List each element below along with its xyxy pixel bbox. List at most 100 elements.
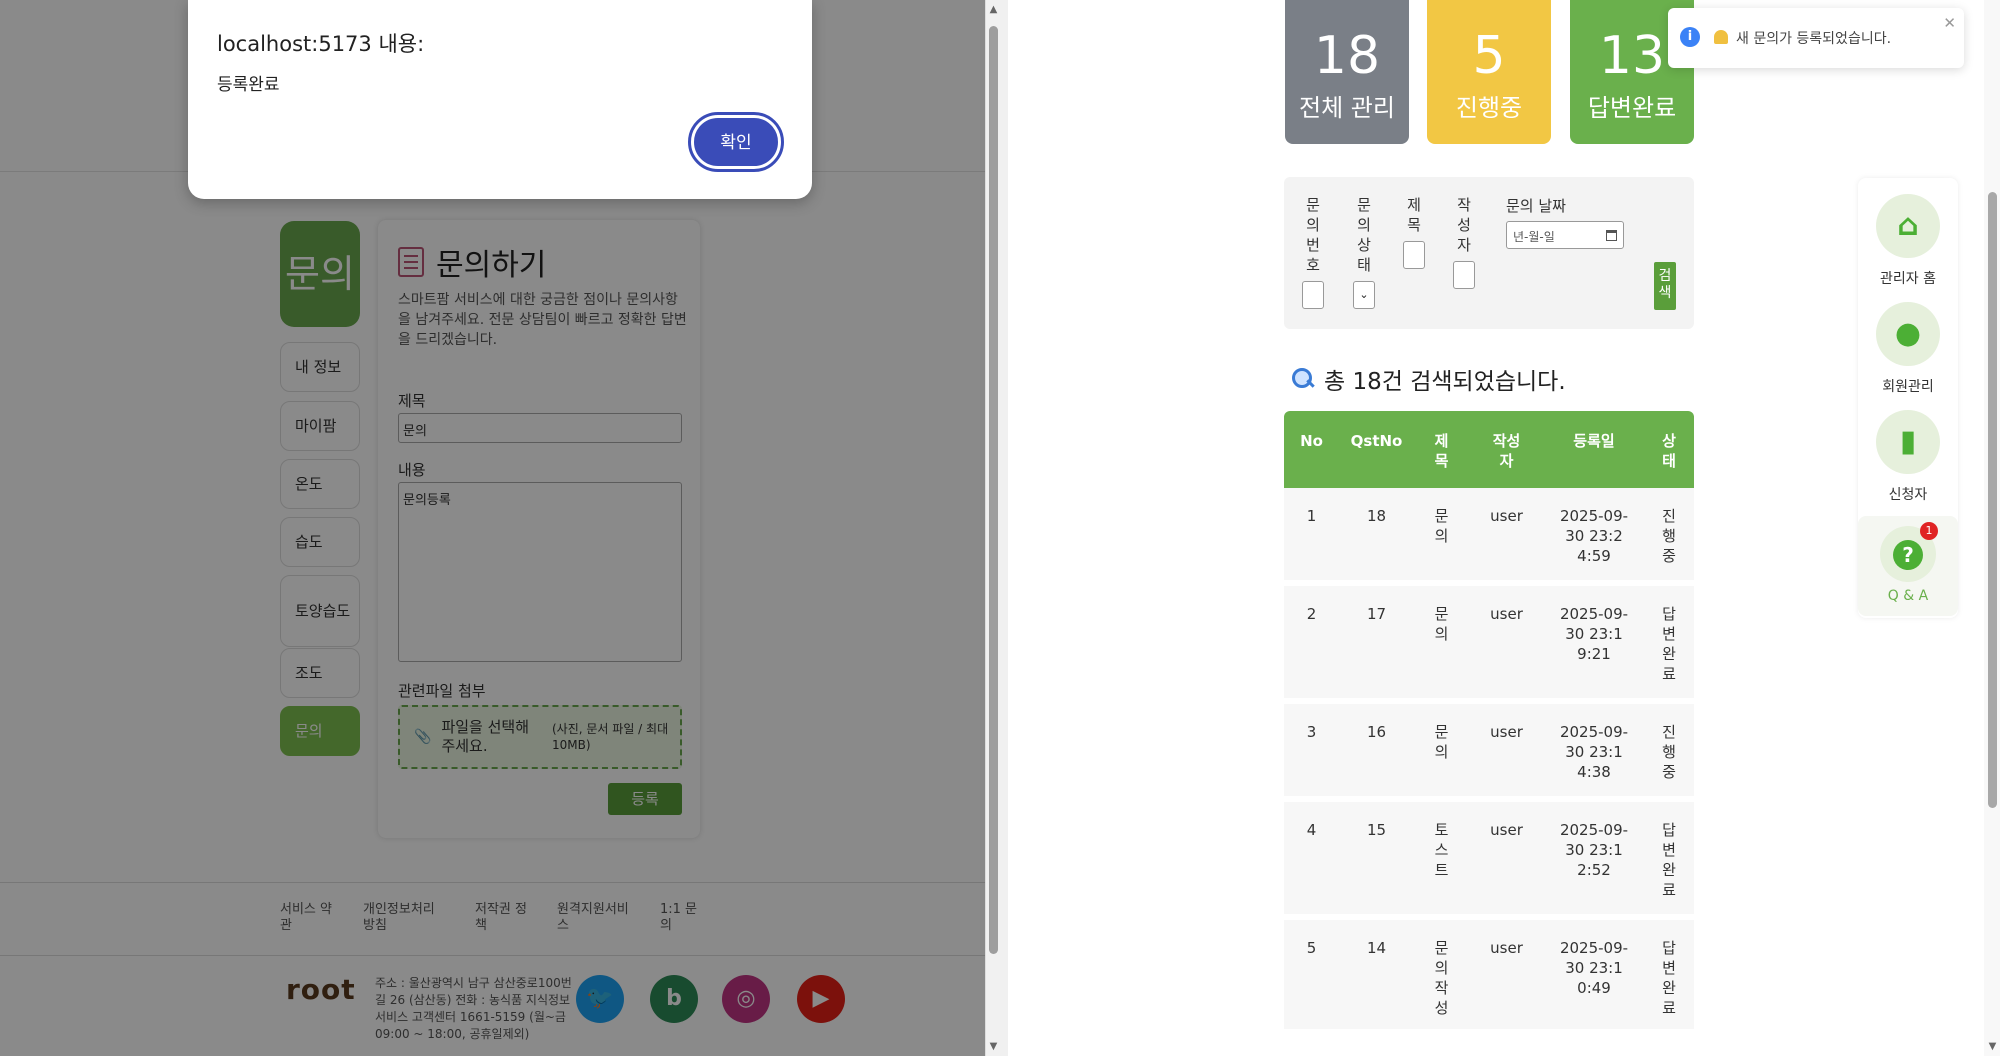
stat-label: 답변완료 bbox=[1587, 94, 1677, 122]
cell-status: 답변완료 bbox=[1662, 939, 1676, 1017]
cell-no: 1 bbox=[1306, 507, 1317, 525]
scroll-down-arrow-icon[interactable]: ▼ bbox=[988, 1041, 999, 1052]
table-cell: 2025-09-30 23:14:38 bbox=[1544, 704, 1644, 796]
filter-label: 문의번호 bbox=[1306, 196, 1320, 274]
cell-title: 문의 bbox=[1434, 605, 1449, 643]
question-icon: ? 1 bbox=[1880, 522, 1938, 582]
table-cell: 2 bbox=[1284, 586, 1339, 698]
chevron-down-icon: ⌄ bbox=[1359, 288, 1369, 301]
table-cell: 답변완료 bbox=[1644, 802, 1694, 914]
filter-input[interactable] bbox=[1403, 241, 1425, 269]
date-label: 문의 날짜 bbox=[1506, 197, 1566, 215]
alert-dialog: localhost:5173 내용: 등록완료 확인 bbox=[188, 0, 812, 199]
left-browser-window: 문의 내 정보 마이팜 온도 습도 토양습도 조도 문의 문의하기 스마트팜 서비스에 대한… bbox=[0, 0, 1000, 1056]
table-cell: 16 bbox=[1339, 704, 1414, 796]
bell-icon bbox=[1714, 30, 1728, 44]
result-summary: 총 18건 검색되었습니다. bbox=[1292, 362, 1566, 396]
column-header-label: No bbox=[1300, 432, 1323, 450]
table-cell: 진행중 bbox=[1644, 488, 1694, 580]
cell-date: 2025-09-30 23:24:59 bbox=[1559, 507, 1629, 565]
cell-writer: user bbox=[1490, 507, 1523, 525]
info-icon: i bbox=[1680, 27, 1700, 47]
filter-input[interactable] bbox=[1302, 281, 1324, 309]
column-header-label: 작성자 bbox=[1492, 432, 1521, 470]
notification-badge: 1 bbox=[1920, 522, 1938, 540]
search-filter-panel: 문의번호 문의상태 ⌄ 제목 작성자 문의 날짜 년-월-일 검색 bbox=[1284, 177, 1694, 329]
table-cell: 2025-09-30 23:12:52 bbox=[1544, 802, 1644, 914]
dialog-title: localhost:5173 내용: bbox=[217, 32, 425, 56]
stat-label: 전체 관리 bbox=[1299, 94, 1395, 122]
cell-no: 2 bbox=[1306, 605, 1317, 623]
notification-toast: i 새 문의가 등록되었습니다. ✕ bbox=[1668, 8, 1964, 68]
column-header[interactable]: No bbox=[1284, 411, 1339, 488]
result-text: 총 18건 검색되었습니다. bbox=[1324, 369, 1566, 395]
toast-message: 새 문의가 등록되었습니다. bbox=[1736, 31, 1892, 47]
nav-item[interactable]: ▮ 신청자 bbox=[1858, 410, 1958, 504]
clipboard-icon: ▮ bbox=[1876, 410, 1940, 474]
column-header[interactable]: 등록일 bbox=[1544, 411, 1644, 488]
column-header[interactable]: QstNo bbox=[1339, 411, 1414, 488]
cell-title: 문의 bbox=[1434, 507, 1449, 545]
nav-label: 관리자 홈 bbox=[1880, 271, 1936, 287]
scroll-up-arrow-icon[interactable]: ▲ bbox=[988, 4, 999, 15]
status-select[interactable]: ⌄ bbox=[1353, 281, 1375, 309]
stat-card[interactable]: 18 전체 관리 bbox=[1285, 0, 1409, 144]
nav-item[interactable]: ? 1 Q & A bbox=[1858, 516, 1958, 616]
table-row[interactable]: 3 16 문의 user 2025-09-30 23:14:38 진행중 bbox=[1284, 704, 1694, 802]
icon-glyph: ▮ bbox=[1899, 424, 1917, 459]
table-cell: 15 bbox=[1339, 802, 1414, 914]
icon-glyph: ● bbox=[1894, 316, 1922, 351]
column-header[interactable]: 제목 bbox=[1414, 411, 1469, 488]
cell-qst: 16 bbox=[1366, 723, 1387, 741]
table-cell: 답변완료 bbox=[1644, 920, 1694, 1029]
table-cell: user bbox=[1469, 802, 1544, 914]
close-icon[interactable]: ✕ bbox=[1943, 14, 1956, 32]
cell-date: 2025-09-30 23:19:21 bbox=[1559, 605, 1629, 663]
table-row[interactable]: 2 17 문의 user 2025-09-30 23:19:21 답변완료 bbox=[1284, 586, 1694, 704]
scroll-down-arrow-icon[interactable]: ▼ bbox=[1987, 1041, 1998, 1052]
table-cell: 문의 bbox=[1414, 704, 1469, 796]
table-cell: 17 bbox=[1339, 586, 1414, 698]
filter-input[interactable] bbox=[1453, 261, 1475, 289]
admin-side-nav: ⌂ 관리자 홈 ● 회원관리 ▮ 신청자 ? 1 Q & A bbox=[1858, 178, 1958, 618]
nav-label: 신청자 bbox=[1888, 487, 1928, 503]
table-cell: 진행중 bbox=[1644, 704, 1694, 796]
cell-qst: 18 bbox=[1366, 507, 1387, 525]
table-cell: user bbox=[1469, 488, 1544, 580]
date-input[interactable]: 년-월-일 bbox=[1506, 221, 1624, 249]
home-icon: ⌂ bbox=[1876, 194, 1940, 258]
table-cell: 문의 bbox=[1414, 488, 1469, 580]
table-header: No QstNo 제목 작성자 등록일 상태 bbox=[1284, 411, 1694, 488]
cell-title: 문의작성 bbox=[1434, 939, 1449, 1017]
column-header[interactable]: 상태 bbox=[1644, 411, 1694, 488]
left-scrollbar[interactable]: ▲ ▼ bbox=[985, 0, 1000, 1056]
nav-label: Q & A bbox=[1887, 588, 1929, 604]
table-row[interactable]: 5 14 문의작성 user 2025-09-30 23:10:49 답변완료 bbox=[1284, 920, 1694, 1035]
column-header-label: 제목 bbox=[1434, 432, 1449, 470]
cell-writer: user bbox=[1490, 939, 1523, 957]
table-cell: user bbox=[1469, 704, 1544, 796]
stat-card[interactable]: 5 진행중 bbox=[1427, 0, 1551, 144]
cell-qst: 17 bbox=[1366, 605, 1387, 623]
column-header-label: 상태 bbox=[1662, 432, 1676, 470]
nav-item[interactable]: ● 회원관리 bbox=[1858, 302, 1958, 396]
column-header-label: QstNo bbox=[1350, 432, 1403, 450]
right-browser-window: 18 전체 관리 5 진행중 13 답변완료 문의번호 문의상태 ⌄ 제목 작성자 문의 날짜 년… bbox=[1000, 0, 2000, 1056]
scrollbar-thumb[interactable] bbox=[989, 26, 998, 954]
table-cell: user bbox=[1469, 586, 1544, 698]
search-button[interactable]: 검색 bbox=[1654, 262, 1676, 310]
table-row[interactable]: 4 15 토스트 user 2025-09-30 23:12:52 답변완료 bbox=[1284, 802, 1694, 920]
cell-date: 2025-09-30 23:14:38 bbox=[1559, 723, 1629, 781]
scrollbar-thumb[interactable] bbox=[1988, 192, 1997, 808]
right-scrollbar[interactable]: ▼ bbox=[1984, 0, 2000, 1056]
calendar-icon[interactable] bbox=[1606, 230, 1617, 241]
cell-status: 답변완료 bbox=[1662, 605, 1676, 683]
table-cell: 2025-09-30 23:19:21 bbox=[1544, 586, 1644, 698]
confirm-button[interactable]: 확인 bbox=[688, 112, 784, 172]
nav-item[interactable]: ⌂ 관리자 홈 bbox=[1858, 194, 1958, 288]
column-header-label: 등록일 bbox=[1573, 432, 1615, 450]
table-cell: 4 bbox=[1284, 802, 1339, 914]
table-row[interactable]: 1 18 문의 user 2025-09-30 23:24:59 진행중 bbox=[1284, 488, 1694, 586]
magnifier-icon bbox=[1292, 368, 1314, 390]
column-header[interactable]: 작성자 bbox=[1469, 411, 1544, 488]
